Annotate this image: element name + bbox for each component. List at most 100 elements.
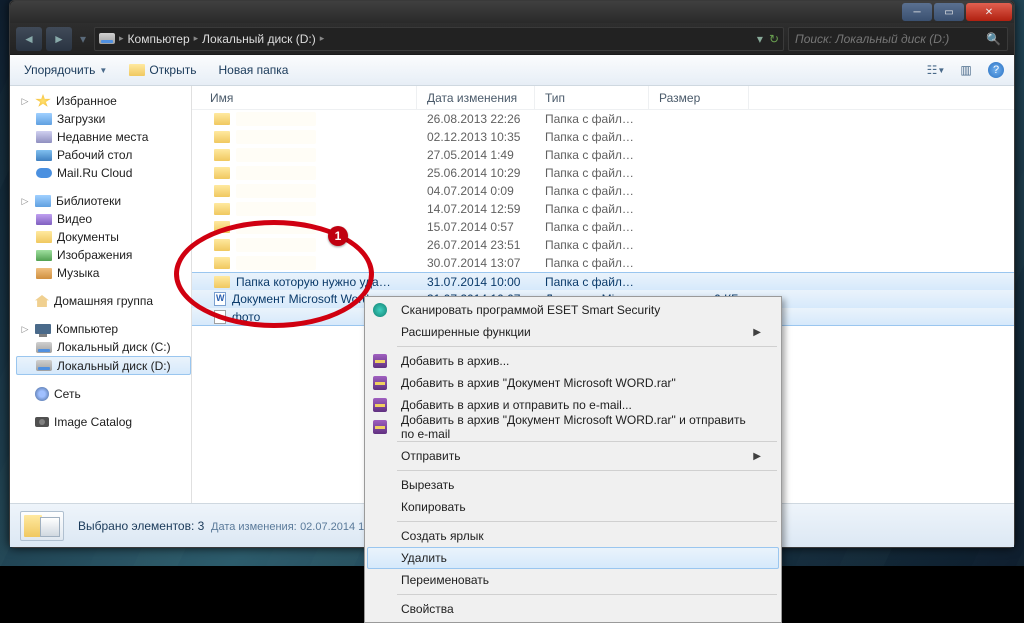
tree-mailru[interactable]: Mail.Ru Cloud (16, 164, 191, 182)
minimize-button[interactable]: ─ (902, 3, 932, 21)
col-date[interactable]: Дата изменения (417, 86, 535, 109)
table-row[interactable]: 25.06.2014 10:29Папка с файлами (192, 164, 1014, 182)
ctx-label: Отправить (401, 449, 461, 463)
organize-button[interactable]: Упорядочить ▼ (18, 61, 113, 79)
folder-icon (214, 149, 230, 161)
submenu-arrow-icon: ▶ (753, 451, 761, 462)
ctx-cut[interactable]: Вырезать (367, 474, 779, 496)
tree-videos[interactable]: Видео (16, 210, 191, 228)
search-icon[interactable]: 🔍 (986, 32, 1001, 46)
titlebar[interactable]: ─ ▭ ✕ (10, 1, 1014, 23)
window-buttons: ─ ▭ ✕ (902, 3, 1012, 21)
ctx-label: Создать ярлык (401, 529, 484, 543)
address-bar[interactable]: ▸ Компьютер ▸ Локальный диск (D:) ▸ ▾ ↻ (94, 27, 784, 51)
ctx-properties[interactable]: Свойства (367, 598, 779, 620)
tree-label: Загрузки (57, 112, 105, 126)
open-button[interactable]: Открыть (123, 61, 202, 79)
address-dropdown-icon[interactable]: ▾ (757, 32, 763, 46)
navigation-tree[interactable]: ▷Избранное Загрузки Недавние места Рабоч… (10, 86, 192, 503)
documents-icon (36, 231, 52, 243)
tree-desktop[interactable]: Рабочий стол (16, 146, 191, 164)
folder-icon (214, 203, 230, 215)
forward-button[interactable]: ► (46, 27, 72, 51)
table-row[interactable]: 15.07.2014 0:57Папка с файлами (192, 218, 1014, 236)
blurred-name (236, 220, 316, 234)
column-headers[interactable]: Имя Дата изменения Тип Размер (192, 86, 1014, 110)
blurred-name (236, 112, 316, 126)
cell-type: Папка с файлами (535, 202, 649, 216)
ctx-send-to[interactable]: Отправить ▶ (367, 445, 779, 467)
ctx-archive-add[interactable]: Добавить в архив... (367, 350, 779, 372)
tree-recent[interactable]: Недавние места (16, 128, 191, 146)
col-type[interactable]: Тип (535, 86, 649, 109)
help-button[interactable]: ? (986, 60, 1006, 80)
table-row[interactable]: 02.12.2013 10:35Папка с файлами (192, 128, 1014, 146)
tree-music[interactable]: Музыка (16, 264, 191, 282)
blurred-name (236, 166, 316, 180)
ctx-copy[interactable]: Копировать (367, 496, 779, 518)
cell-date: 02.12.2013 10:35 (417, 130, 535, 144)
ctx-archive-word[interactable]: Добавить в архив "Документ Microsoft WOR… (367, 372, 779, 394)
crumb-computer[interactable]: Компьютер (128, 32, 190, 46)
tree-drive-d[interactable]: Локальный диск (D:) (16, 356, 191, 375)
computer-icon (35, 324, 51, 334)
tree-downloads[interactable]: Загрузки (16, 110, 191, 128)
eset-icon (373, 303, 387, 317)
refresh-icon[interactable]: ↻ (769, 32, 779, 46)
ctx-label: Свойства (401, 602, 454, 616)
tree-drive-c[interactable]: Локальный диск (C:) (16, 338, 191, 356)
table-row[interactable]: 27.05.2014 1:49Папка с файлами (192, 146, 1014, 164)
folder-icon (214, 131, 230, 143)
ctx-separator (397, 521, 777, 522)
table-row[interactable]: 14.07.2014 12:59Папка с файлами (192, 200, 1014, 218)
table-row[interactable]: 26.08.2013 22:26Папка с файлами (192, 110, 1014, 128)
ctx-archive-word-email[interactable]: Добавить в архив "Документ Microsoft WOR… (367, 416, 779, 438)
tree-documents[interactable]: Документы (16, 228, 191, 246)
cell-type: Папка с файлами (535, 256, 649, 270)
tree-label: Библиотеки (56, 194, 121, 208)
blurred-name (236, 238, 316, 252)
search-input[interactable]: Поиск: Локальный диск (D:) 🔍 (788, 27, 1008, 51)
cell-type: Папка с файлами (535, 238, 649, 252)
table-row[interactable]: 30.07.2014 13:07Папка с файлами (192, 254, 1014, 272)
ctx-extended[interactable]: Расширенные функции▶ (367, 321, 779, 343)
maximize-button[interactable]: ▭ (934, 3, 964, 21)
folder-icon (36, 113, 52, 125)
rar-icon (373, 398, 387, 412)
table-row[interactable]: 26.07.2014 23:51Папка с файлами (192, 236, 1014, 254)
folder-icon (214, 113, 230, 125)
ctx-separator (397, 346, 777, 347)
ctx-scan-eset[interactable]: Сканировать программой ESET Smart Securi… (367, 299, 779, 321)
tree-network[interactable]: Сеть (16, 385, 191, 403)
blurred-name (236, 148, 316, 162)
ctx-create-shortcut[interactable]: Создать ярлык (367, 525, 779, 547)
cloud-icon (36, 168, 52, 178)
ctx-rename[interactable]: Переименовать (367, 569, 779, 591)
tree-favorites[interactable]: ▷Избранное (16, 92, 191, 110)
col-name[interactable]: Имя (192, 86, 417, 109)
table-row-selected[interactable]: Папка которую нужно удалить31.07.2014 10… (192, 272, 1014, 290)
back-button[interactable]: ◄ (16, 27, 42, 51)
tree-pictures[interactable]: Изображения (16, 246, 191, 264)
tree-label: Mail.Ru Cloud (57, 166, 132, 180)
col-size[interactable]: Размер (649, 86, 749, 109)
cell-date: 26.07.2014 23:51 (417, 238, 535, 252)
table-row[interactable]: 04.07.2014 0:09Папка с файлами (192, 182, 1014, 200)
tree-label: Музыка (57, 266, 99, 280)
tree-libraries[interactable]: ▷Библиотеки (16, 192, 191, 210)
ctx-label: Сканировать программой ESET Smart Securi… (401, 303, 660, 317)
close-button[interactable]: ✕ (966, 3, 1012, 21)
tree-label: Домашняя группа (54, 294, 153, 308)
status-thumbnail (20, 511, 64, 541)
camera-icon (35, 417, 49, 427)
tree-computer[interactable]: ▷Компьютер (16, 320, 191, 338)
new-folder-button[interactable]: Новая папка (212, 61, 294, 79)
tree-image-catalog[interactable]: Image Catalog (16, 413, 191, 431)
crumb-drive[interactable]: Локальный диск (D:) (202, 32, 316, 46)
tree-homegroup[interactable]: Домашняя группа (16, 292, 191, 310)
folder-icon (214, 276, 230, 288)
view-options-button[interactable]: ☷ ▼ (926, 60, 946, 80)
tree-label: Локальный диск (D:) (57, 359, 171, 373)
history-dropdown[interactable]: ▾ (76, 27, 90, 51)
preview-pane-button[interactable]: ▥ (956, 60, 976, 80)
